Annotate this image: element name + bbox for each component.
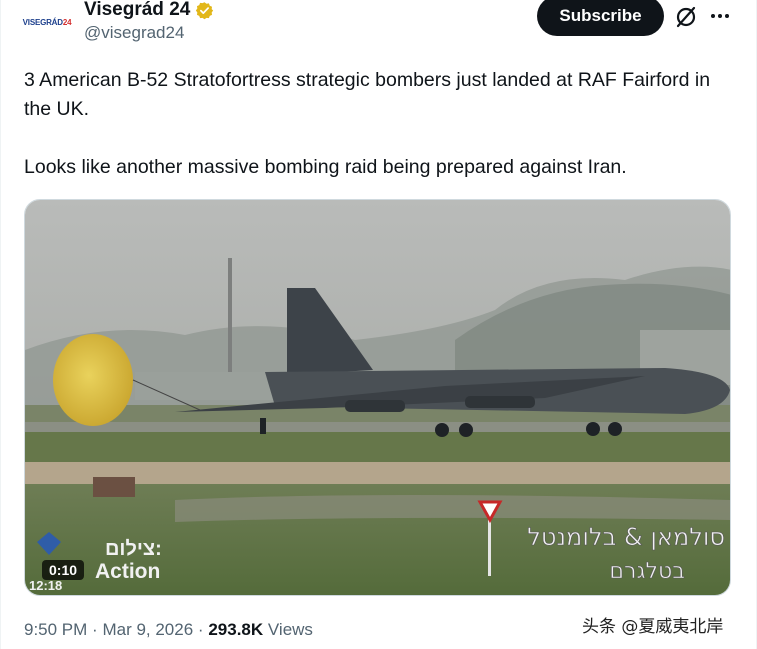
dot-icon (711, 14, 715, 18)
overlay-credit-right-bottom: בטלגרם (609, 559, 685, 584)
dot-icon (718, 14, 722, 18)
subscribe-button[interactable]: Subscribe (537, 0, 664, 36)
radio-mast (228, 258, 232, 378)
more-horizontal-icon[interactable] (708, 4, 732, 28)
display-name[interactable]: Visegrád 24 (84, 0, 214, 21)
tweet-text: 3 American B-52 Stratofortress strategic… (24, 66, 724, 182)
overlay-credit-bottom: Action (95, 560, 160, 583)
overlay-credit-top: צילום: (105, 538, 162, 560)
tweet-paragraph: 3 American B-52 Stratofortress strategic… (24, 69, 711, 120)
card-border-left (0, 0, 1, 649)
field (25, 432, 730, 462)
hangar (135, 372, 275, 400)
overlay-credit-right-top: סולמאן & בלומנטל (527, 523, 725, 551)
tweet-date[interactable]: Mar 9, 2026 (102, 620, 193, 640)
drag-parachute (53, 334, 133, 426)
video-player[interactable]: צילום: Action 12:18 סולמאן & בלומנטל בטל… (24, 199, 731, 596)
video-duration-badge: 0:10 (42, 560, 85, 580)
watermark-text: 头条 @夏威夷北岸 (582, 617, 724, 637)
tweet-card: VISEGRÁD24 Visegrád 24 @visegrad24 Subsc… (0, 0, 757, 649)
handle[interactable]: @visegrad24 (84, 23, 184, 43)
verified-badge-icon (196, 1, 214, 19)
grok-icon[interactable] (673, 4, 699, 30)
display-name-text[interactable]: Visegrád 24 (84, 0, 190, 21)
avatar-logo-text: VISEGRÁD24 (22, 17, 72, 27)
tweet-paragraph: Looks like another massive bombing raid … (24, 156, 627, 178)
overlay-time: 12:18 (29, 578, 62, 593)
views-count: 293.8K (208, 620, 264, 639)
runway (25, 422, 730, 432)
tweet-time[interactable]: 9:50 PM (24, 620, 87, 640)
sign-post (488, 518, 491, 576)
video-frame: צילום: Action 12:18 סולמאן & בלומנטל בטל… (25, 200, 730, 595)
tweet-meta: 9:50 PM · Mar 9, 2026 · 293.8K Views (24, 620, 313, 640)
dot-icon (725, 14, 729, 18)
views-label: Views (267, 620, 313, 639)
avatar[interactable]: VISEGRÁD24 (22, 2, 72, 42)
vehicle (93, 477, 135, 497)
